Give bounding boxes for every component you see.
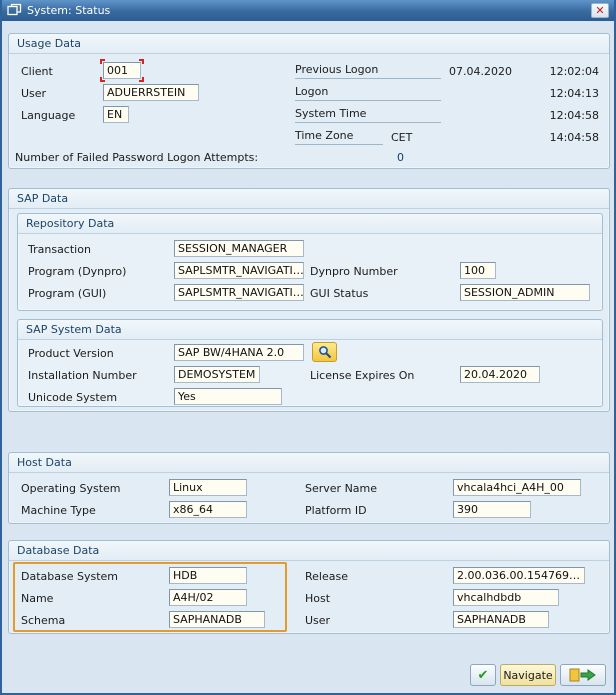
program-gui-label: Program (GUI) bbox=[28, 287, 106, 301]
transaction-field[interactable]: SESSION_MANAGER bbox=[174, 240, 304, 257]
repository-data-section: Repository Data Transaction SESSION_MANA… bbox=[17, 213, 603, 311]
product-version-details-button[interactable] bbox=[312, 342, 337, 362]
window-title: System: Status bbox=[27, 4, 110, 17]
platform-id-label: Platform ID bbox=[305, 504, 367, 518]
dynpro-number-label: Dynpro Number bbox=[310, 265, 398, 279]
navigate-label: Navigate bbox=[503, 669, 552, 682]
language-label: Language bbox=[21, 109, 75, 123]
repository-data-title: Repository Data bbox=[18, 214, 602, 234]
gui-status-field[interactable]: SESSION_ADMIN bbox=[460, 284, 590, 301]
dynpro-number-field[interactable]: 100 bbox=[460, 262, 496, 279]
user-label: User bbox=[21, 87, 46, 101]
schema-field[interactable]: SAPHANADB bbox=[169, 611, 265, 628]
sap-data-title: SAP Data bbox=[9, 189, 609, 209]
machine-type-field[interactable]: x86_64 bbox=[169, 501, 247, 518]
system-status-dialog: System: Status ✕ Usage Data Client 001 U… bbox=[0, 0, 616, 695]
program-gui-field[interactable]: SAPLSMTR_NAVIGATI… bbox=[174, 284, 304, 301]
system-time-value: 12:04:58 bbox=[515, 109, 599, 123]
time-zone-label: Time Zone bbox=[295, 129, 383, 145]
host-data-section: Host Data Operating System Linux Server … bbox=[8, 452, 610, 524]
logon-label: Logon bbox=[295, 85, 441, 101]
client-field[interactable]: 001 bbox=[103, 62, 141, 79]
unicode-system-label: Unicode System bbox=[28, 391, 117, 405]
check-icon: ✔ bbox=[478, 669, 489, 682]
unicode-system-field[interactable]: Yes bbox=[174, 388, 282, 405]
focus-corner bbox=[139, 77, 144, 82]
magnifier-icon bbox=[318, 345, 332, 359]
db-user-field[interactable]: SAPHANADB bbox=[453, 611, 549, 628]
logon-time: 12:04:13 bbox=[515, 87, 599, 101]
usage-data-section: Usage Data Client 001 User ADUERRSTEIN L… bbox=[8, 33, 610, 169]
db-user-label: User bbox=[305, 614, 330, 628]
database-system-field[interactable]: HDB bbox=[169, 567, 247, 584]
focus-corner bbox=[100, 59, 105, 64]
database-data-title: Database Data bbox=[9, 541, 609, 561]
installation-number-field[interactable]: DEMOSYSTEM bbox=[174, 366, 260, 383]
db-host-field[interactable]: vhcalhdbdb bbox=[453, 589, 559, 606]
previous-logon-label: Previous Logon bbox=[295, 63, 441, 79]
failed-attempts-value: 0 bbox=[397, 151, 404, 165]
host-data-title: Host Data bbox=[9, 453, 609, 473]
previous-logon-time: 12:02:04 bbox=[515, 65, 599, 79]
db-host-label: Host bbox=[305, 592, 330, 606]
time-zone-time: 14:04:58 bbox=[515, 131, 599, 145]
program-dynpro-field[interactable]: SAPLSMTR_NAVIGATI… bbox=[174, 262, 304, 279]
previous-logon-date: 07.04.2020 bbox=[449, 65, 512, 79]
failed-attempts-label: Number of Failed Password Logon Attempts… bbox=[15, 151, 258, 165]
server-name-field[interactable]: vhcala4hci_A4H_00 bbox=[453, 479, 581, 496]
sap-data-section: SAP Data Repository Data Transaction SES… bbox=[8, 188, 610, 412]
client-field-focus: 001 bbox=[103, 62, 141, 79]
license-expires-label: License Expires On bbox=[310, 369, 414, 383]
installation-number-label: Installation Number bbox=[28, 369, 137, 383]
client-label: Client bbox=[21, 65, 53, 79]
db-name-label: Name bbox=[21, 592, 53, 606]
operating-system-label: Operating System bbox=[21, 482, 121, 496]
focus-corner bbox=[100, 77, 105, 82]
database-system-label: Database System bbox=[21, 570, 118, 584]
dialog-window-icon bbox=[7, 3, 22, 19]
exit-icon bbox=[568, 667, 598, 683]
title-bar[interactable]: System: Status ✕ bbox=[2, 0, 614, 21]
operating-system-field[interactable]: Linux bbox=[169, 479, 247, 496]
system-time-label: System Time bbox=[295, 107, 441, 123]
schema-label: Schema bbox=[21, 614, 65, 628]
release-field[interactable]: 2.00.036.00.154769… bbox=[453, 567, 585, 584]
close-button[interactable]: ✕ bbox=[591, 3, 609, 18]
platform-id-field[interactable]: 390 bbox=[453, 501, 531, 518]
product-version-label: Product Version bbox=[28, 347, 114, 361]
sap-system-data-title: SAP System Data bbox=[18, 320, 602, 340]
user-field[interactable]: ADUERRSTEIN bbox=[103, 84, 199, 101]
server-name-label: Server Name bbox=[305, 482, 377, 496]
transaction-label: Transaction bbox=[28, 243, 91, 257]
machine-type-label: Machine Type bbox=[21, 504, 96, 518]
gui-status-label: GUI Status bbox=[310, 287, 368, 301]
license-expires-field[interactable]: 20.04.2020 bbox=[460, 366, 540, 383]
db-name-field[interactable]: A4H/02 bbox=[169, 589, 247, 606]
exit-button[interactable] bbox=[560, 664, 606, 686]
program-dynpro-label: Program (Dynpro) bbox=[28, 265, 126, 279]
language-field[interactable]: EN bbox=[103, 106, 129, 123]
sap-system-data-section: SAP System Data Product Version SAP BW/4… bbox=[17, 319, 603, 407]
usage-data-title: Usage Data bbox=[9, 34, 609, 54]
product-version-field[interactable]: SAP BW/4HANA 2.0 bbox=[174, 344, 304, 361]
continue-button[interactable]: ✔ bbox=[470, 664, 496, 686]
release-label: Release bbox=[305, 570, 348, 584]
time-zone-value: CET bbox=[391, 131, 412, 145]
focus-corner bbox=[139, 59, 144, 64]
database-data-section: Database Data Database System HDB Releas… bbox=[8, 540, 610, 634]
navigate-button[interactable]: Navigate bbox=[500, 664, 556, 686]
